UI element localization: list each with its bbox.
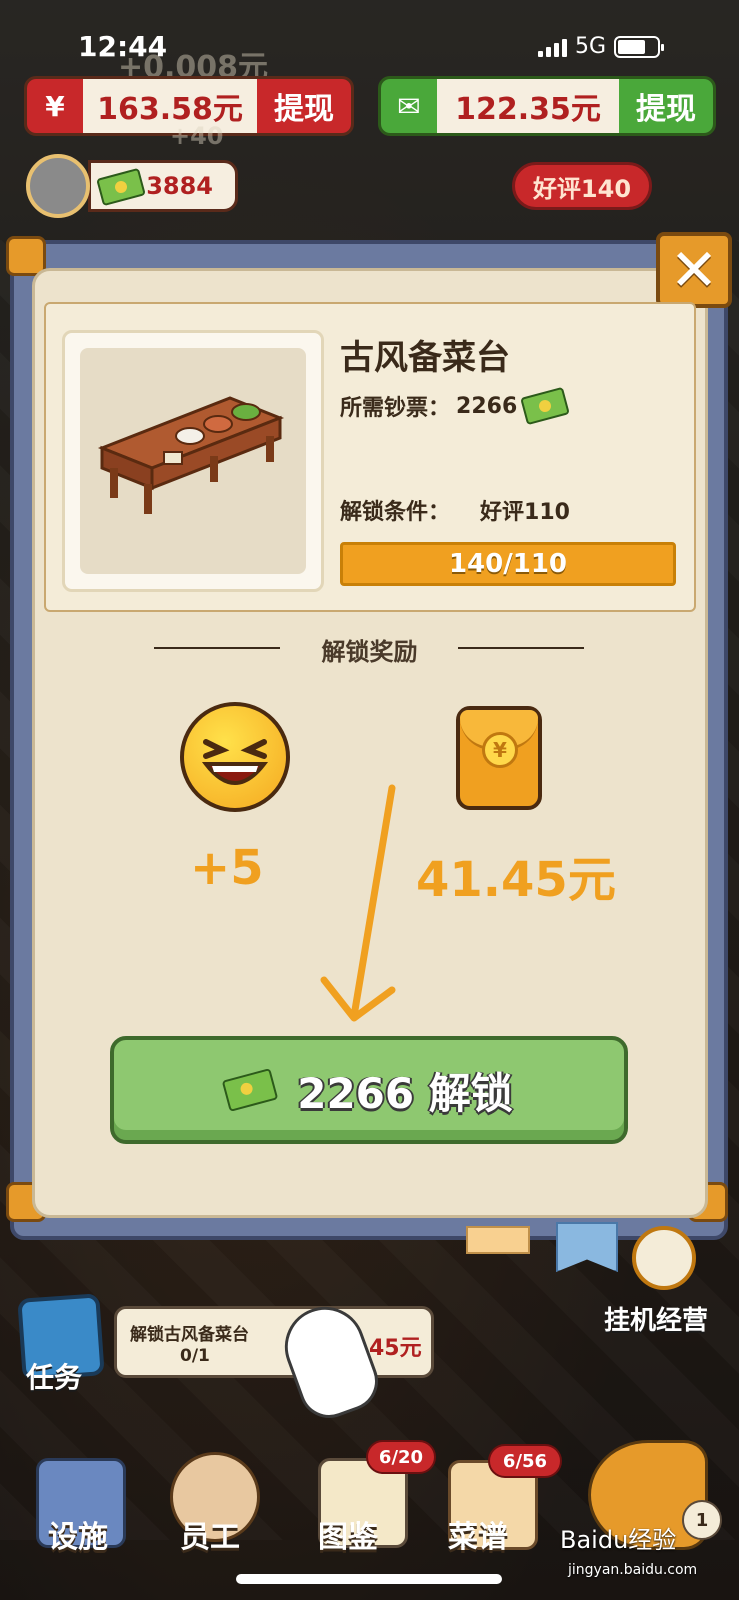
horn-count-badge: 1: [682, 1500, 722, 1540]
unlock-button[interactable]: 2266 解锁: [110, 1036, 628, 1144]
cost-value: 2266: [456, 393, 518, 419]
unlock-button-label: 2266 解锁: [297, 1068, 513, 1118]
red-envelope-icon: ¥: [456, 706, 542, 810]
network-type: 5G: [575, 34, 607, 59]
green-balance-value: 122.35元: [437, 79, 619, 133]
battery-icon: [614, 35, 665, 58]
unlock-condition-row: 解锁条件： 好评110: [340, 494, 570, 526]
task-label[interactable]: 任务: [26, 1356, 82, 1396]
close-button[interactable]: ✕: [656, 232, 732, 308]
clock-icon[interactable]: [632, 1226, 696, 1290]
album-count-badge: 6/20: [366, 1440, 436, 1474]
home-indicator[interactable]: [236, 1574, 502, 1584]
green-withdraw-button[interactable]: 提现: [619, 79, 713, 133]
red-withdraw-button[interactable]: 提现: [257, 79, 351, 133]
prep-counter-icon: [97, 396, 285, 514]
nav-recipe-label[interactable]: 菜谱: [448, 1512, 508, 1556]
avatar[interactable]: [26, 154, 90, 218]
task-progress: 0/1: [180, 1346, 210, 1366]
condition-label: 解锁条件：: [340, 500, 451, 525]
green-balance-bar: ✉ 122.35元 提现: [378, 76, 716, 136]
reward-review-value: +5: [190, 840, 264, 896]
task-name: 解锁古风备菜台: [130, 1325, 249, 1345]
bookmark-tab: [466, 1226, 530, 1254]
item-name: 古风备菜台: [340, 338, 510, 378]
cash-icon: [221, 1068, 279, 1112]
cash-counter: 3884: [88, 160, 238, 212]
status-indicators: 5G: [538, 34, 665, 59]
watermark-brand: Baidu经验: [560, 1526, 677, 1554]
laughing-emoji-icon: [180, 702, 290, 812]
reward-title: 解锁奖励: [321, 638, 418, 666]
idle-mode-label[interactable]: 挂机经营: [604, 1300, 708, 1337]
nav-album-label[interactable]: 图鉴: [318, 1512, 378, 1556]
close-icon: ✕: [669, 236, 719, 304]
cash-icon: [96, 167, 146, 207]
wechat-icon: ✉: [381, 79, 437, 133]
item-image: [80, 348, 306, 574]
nav-staff-label[interactable]: 员工: [180, 1512, 240, 1556]
cost-label: 所需钞票：: [340, 396, 451, 421]
guide-arrow-icon: [320, 784, 396, 1022]
cash-amount: 3884: [146, 172, 213, 200]
watermark-url: jingyan.baidu.com: [568, 1562, 698, 1578]
review-progress-bar: 140/110: [340, 542, 676, 586]
recipe-count-badge: 6/56: [488, 1444, 562, 1478]
progress-text: 140/110: [448, 549, 568, 579]
nav-facility-label[interactable]: 设施: [48, 1512, 108, 1556]
cash-float-text: +40: [170, 122, 224, 150]
reward-cash-value: 41.45元: [416, 852, 616, 908]
review-badge[interactable]: 好评140: [512, 162, 652, 210]
divider: [458, 647, 584, 649]
cash-icon: [520, 386, 571, 426]
signal-icon: [538, 37, 567, 57]
condition-value: 好评110: [480, 500, 570, 525]
red-envelope-icon: ¥: [27, 79, 83, 133]
cost-row: 所需钞票： 2266: [340, 386, 571, 426]
